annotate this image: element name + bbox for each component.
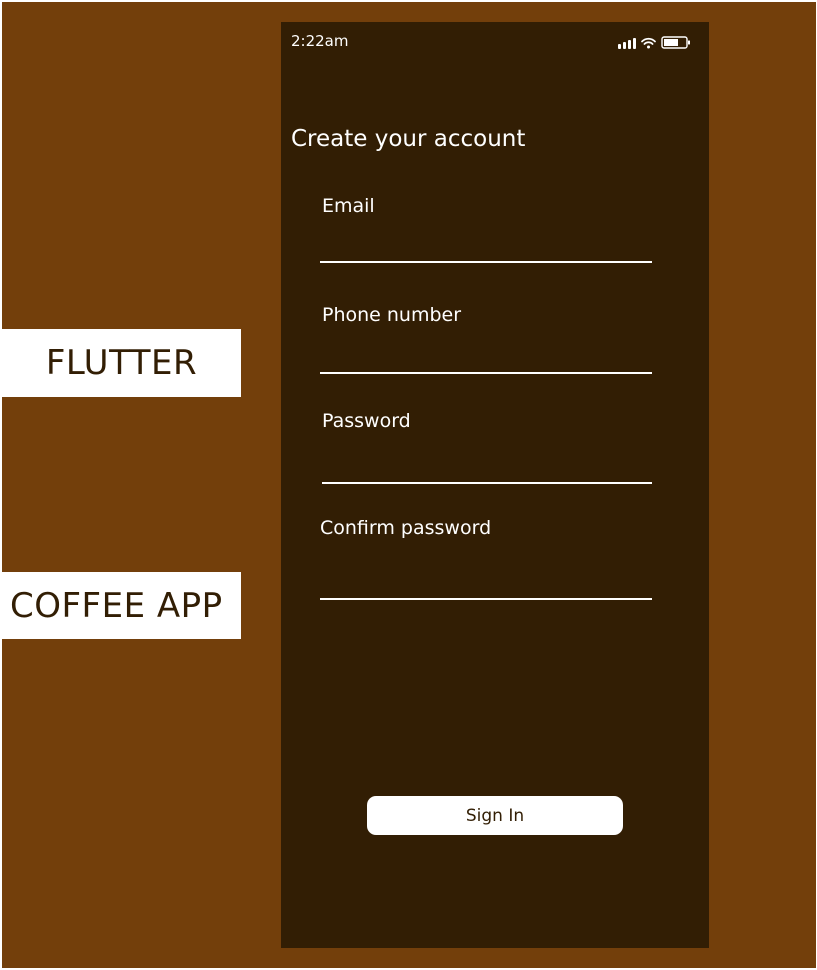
cellular-signal-icon [618, 37, 636, 49]
status-icons [618, 36, 691, 49]
confirm-password-label: Confirm password [320, 517, 492, 539]
password-label: Password [322, 410, 411, 432]
confirm-password-field[interactable] [320, 598, 652, 600]
phone-screen: 2:22am Create your account Email Phone n… [281, 22, 709, 948]
email-field[interactable] [320, 261, 652, 263]
phone-number-field[interactable] [320, 372, 652, 374]
coffee-app-label: COFFEE APP [2, 572, 241, 639]
status-time: 2:22am [291, 32, 349, 50]
page-title: Create your account [291, 126, 526, 152]
phone-number-label: Phone number [322, 304, 462, 326]
email-label: Email [322, 195, 375, 217]
wifi-icon [641, 37, 656, 48]
password-field[interactable] [322, 482, 652, 484]
battery-icon [661, 36, 690, 49]
flutter-label: FLUTTER [2, 329, 241, 397]
sign-in-button[interactable]: Sign In [367, 796, 623, 835]
